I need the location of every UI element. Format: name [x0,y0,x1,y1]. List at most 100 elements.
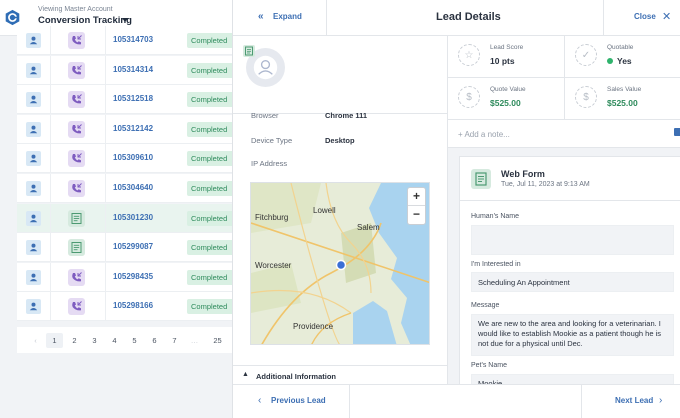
person-icon[interactable] [26,269,41,285]
lead-id-link[interactable]: 105312518 [113,94,153,103]
table-row[interactable]: 105309610 Completed [17,144,234,174]
next-lead-label: Next Lead [615,396,654,405]
lead-id-link[interactable]: 105298435 [113,272,153,281]
lead-id-link[interactable]: 105314703 [113,35,153,44]
page-1[interactable]: 1 [46,333,63,348]
row-person-cell [17,262,51,291]
page-2[interactable]: 2 [66,333,83,348]
table-row[interactable]: 105304640 Completed [17,174,234,203]
table-row[interactable]: 105312518 Completed [17,85,234,115]
chevron-down-icon[interactable] [122,18,128,22]
quote-value-metric[interactable]: $ Quote Value $525.00 [448,78,565,120]
person-icon[interactable] [26,240,41,256]
star-icon: ☆ [458,44,480,66]
location-map[interactable]: Fitchburg Lowell Salem Worcester Provide… [250,182,430,345]
account-switcher[interactable]: Conversion Tracking [38,15,132,26]
form-field-label: Message [471,302,500,309]
form-field-value [471,225,674,255]
next-lead-button[interactable]: Next Lead › [581,385,680,418]
lead-id-link[interactable]: 105304640 [113,183,153,192]
status-badge: Completed [187,151,234,167]
quotable-metric[interactable]: ✓ Quotable Yes [565,36,680,78]
status-badge: Completed [187,33,234,48]
person-icon[interactable] [26,181,41,196]
page-6[interactable]: 6 [146,333,163,348]
save-icon[interactable] [674,128,680,136]
lead-id-link[interactable]: 105299087 [113,242,153,251]
lead-score-value: 10 pts [490,56,515,66]
form-field-value: Scheduling An Appointment [471,272,674,292]
device-type-value: Desktop [325,136,355,145]
page-7[interactable]: 7 [166,333,183,348]
additional-info-toggle[interactable]: ▲ Additional Information [233,365,447,385]
lead-id-link[interactable]: 105298166 [113,301,153,310]
quote-value-label: Quote Value [490,86,526,93]
form-icon [68,239,85,257]
zoom-out-button[interactable]: − [408,206,425,224]
map-zoom-control: + − [408,188,425,224]
form-field-value: Mookie [471,374,674,384]
status-badge: Completed [187,269,234,285]
lead-id-link[interactable]: 105312142 [113,124,153,133]
page-25[interactable]: 25 [209,333,226,348]
row-person-cell [17,85,51,114]
lead-metrics: ☆ Lead Score 10 pts ✓ Quotable Yes $ Quo… [448,36,680,120]
phone-call-icon [68,268,85,286]
phone-call-icon [68,180,85,197]
phone-call-icon [68,32,85,49]
table-row[interactable]: 105299087 Completed [17,233,234,263]
page-3[interactable]: 3 [86,333,103,348]
table-row[interactable]: 105314314 Completed [17,55,234,85]
person-icon[interactable] [26,210,41,226]
person-icon[interactable] [26,151,41,167]
row-type-cell [51,203,106,232]
expand-button[interactable]: « Expand [233,0,327,36]
row-person-cell [17,144,51,173]
table-row[interactable]: 105314703 Completed [17,26,234,55]
lead-id-link[interactable]: 105309610 [113,153,153,162]
row-person-cell [17,26,51,54]
browser-value: Chrome 111 [325,111,368,120]
table-row[interactable]: 105301230 Completed [17,203,234,233]
form-field-label: Pet's Name [471,362,507,369]
web-form-card: Web Form Tue, Jul 11, 2023 at 9:13 AM Hu… [459,156,680,384]
activity-feed: Web Form Tue, Jul 11, 2023 at 9:13 AM Hu… [448,148,680,384]
sales-value-metric[interactable]: $ Sales Value $525.00 [565,78,680,120]
page-4[interactable]: 4 [106,333,123,348]
status-badge: Completed [187,210,234,226]
lead-id-link[interactable]: 105301230 [113,213,153,222]
table-row[interactable]: 105298435 Completed [17,262,234,292]
quote-value-value: $525.00 [490,98,521,108]
table-row[interactable]: 105312142 Completed [17,114,234,144]
row-type-cell [51,292,106,321]
lead-id-link[interactable]: 105314314 [113,65,153,74]
app-logo-icon[interactable] [4,9,21,26]
table-row[interactable]: 105298166 Completed [17,292,234,322]
device-type-label: Device Type [251,136,293,145]
map-city-label: Lowell [313,206,336,215]
form-field-label: Human's Name [471,213,520,220]
previous-lead-button[interactable]: ‹ Previous Lead [233,385,350,418]
previous-lead-label: Previous Lead [271,396,326,405]
add-note-input[interactable] [458,127,658,141]
row-type-cell [51,114,106,143]
zoom-in-button[interactable]: + [408,188,425,206]
person-icon[interactable] [26,33,41,48]
panel-header: « Expand Lead Details Close ✕ [233,0,680,36]
row-person-cell [17,174,51,202]
person-icon[interactable] [26,121,41,137]
person-icon[interactable] [26,62,41,78]
page-5[interactable]: 5 [126,333,143,348]
pagination-prev[interactable]: ‹ [27,333,44,348]
person-icon[interactable] [26,92,41,108]
quotable-value: Yes [617,56,632,66]
quotable-label: Quotable [607,44,634,51]
close-button[interactable]: Close ✕ [603,0,680,36]
row-person-cell [17,292,51,321]
expand-label: Expand [273,12,302,21]
sales-value-value: $525.00 [607,98,638,108]
person-icon[interactable] [26,299,41,315]
form-icon [471,169,491,189]
chevron-left-icon: ‹ [258,395,262,406]
status-badge: Completed [187,62,234,78]
